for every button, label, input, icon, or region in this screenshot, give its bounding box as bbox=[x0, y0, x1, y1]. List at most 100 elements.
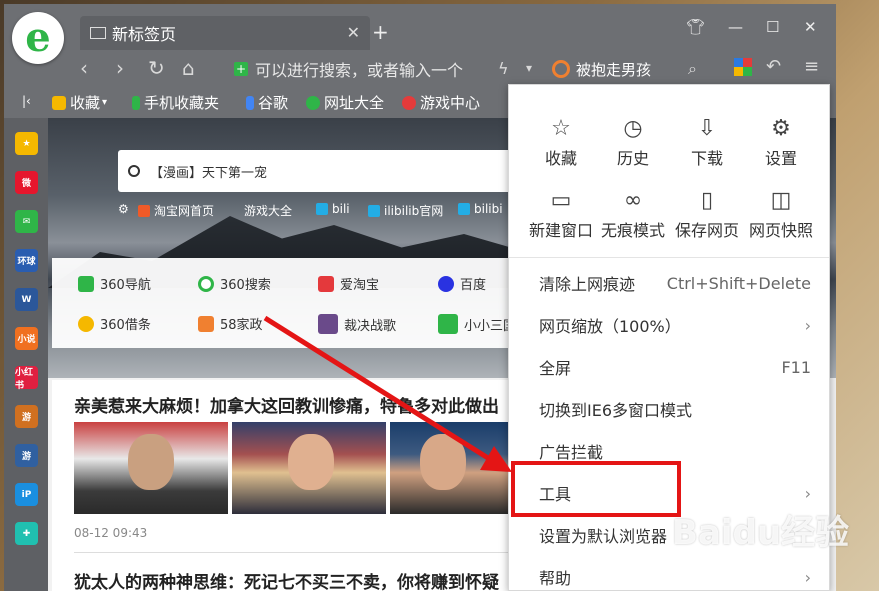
site-link[interactable]: 360借条 bbox=[78, 314, 151, 333]
menu-new-window[interactable]: ▭ 新建窗口 bbox=[521, 187, 601, 241]
apps-icon[interactable] bbox=[734, 58, 752, 76]
bilibili-icon bbox=[458, 203, 470, 215]
page-search-input[interactable]: 【漫画】天下第一宠 bbox=[118, 150, 518, 192]
quick-link[interactable]: bili bbox=[316, 202, 350, 216]
menu-divider bbox=[509, 257, 829, 258]
bilibili-icon bbox=[368, 204, 380, 217]
bookmark-hao360[interactable]: 网址大全 bbox=[306, 92, 384, 113]
search-icon bbox=[128, 165, 140, 177]
site-icon bbox=[318, 275, 334, 292]
site-link[interactable]: 58家政 bbox=[198, 314, 263, 333]
clock-icon: ◷ bbox=[623, 116, 643, 141]
watermark-text: Baidu经验 bbox=[672, 513, 850, 553]
quick-link[interactable]: 淘宝网首页 bbox=[138, 202, 214, 219]
lightning-icon[interactable]: ϟ bbox=[498, 59, 509, 78]
menu-favorites[interactable]: ☆ 收藏 bbox=[521, 115, 601, 169]
address-bar[interactable]: + 可以进行搜索，或者输入一个 bbox=[234, 56, 498, 82]
menu-downloads[interactable]: ⇩ 下载 bbox=[667, 115, 747, 169]
plus-icon[interactable]: ✚ bbox=[15, 522, 38, 545]
site-icon bbox=[198, 315, 214, 332]
quick-link[interactable]: 游戏大全 bbox=[244, 202, 292, 219]
browser-logo: e bbox=[12, 12, 64, 64]
phone-icon bbox=[132, 95, 140, 110]
watermark-url: jingyan.baidu.com bbox=[682, 550, 793, 564]
site-link[interactable]: 爱淘宝 bbox=[318, 274, 379, 293]
skin-icon[interactable]: 👕︎ bbox=[686, 18, 705, 36]
site-link[interactable]: 百度 bbox=[438, 274, 486, 293]
chevron-down-icon[interactable]: ▾ bbox=[526, 61, 532, 75]
refresh-icon[interactable]: ↻ bbox=[148, 56, 165, 80]
window-icon: ▭ bbox=[550, 188, 572, 213]
news-photo[interactable] bbox=[390, 422, 520, 514]
favorites-icon[interactable]: ★ bbox=[15, 132, 38, 155]
settings-icon[interactable]: ⚙ bbox=[118, 202, 129, 216]
menu-ie6-mode[interactable]: 切换到IE6多窗口模式 bbox=[509, 388, 829, 430]
game-center-icon bbox=[402, 95, 416, 110]
news-headline[interactable]: 犹太人的两种神思维：死记七不买三不卖，你将赚到怀疑 bbox=[74, 568, 499, 591]
site-grid: 360导航 360搜索 爱淘宝 百度 360借条 58家政 裁决战歌 小小三国 bbox=[52, 258, 532, 348]
huanqiu-icon[interactable]: 环球 bbox=[15, 249, 38, 272]
collapse-icon[interactable]: |‹ bbox=[22, 94, 31, 108]
menu-settings[interactable]: ⚙ 设置 bbox=[741, 115, 821, 169]
menu-save-page[interactable]: ▯ 保存网页 bbox=[667, 187, 747, 241]
minimize-icon[interactable]: — bbox=[728, 18, 743, 36]
news-photo[interactable] bbox=[232, 422, 386, 514]
xiaohongshu-icon[interactable]: 小红书 bbox=[15, 366, 38, 391]
tools-highlight-box bbox=[511, 461, 681, 517]
word-icon[interactable]: W bbox=[15, 288, 38, 311]
forward-icon[interactable]: › bbox=[116, 56, 124, 80]
bookmark-favorites[interactable]: 收藏 ▾ bbox=[52, 92, 107, 113]
star-icon: ☆ bbox=[551, 116, 571, 141]
chevron-down-icon: ▾ bbox=[102, 97, 108, 108]
mail-icon[interactable]: ✉ bbox=[15, 210, 38, 233]
site-link[interactable]: 裁决战歌 bbox=[318, 314, 396, 334]
quick-link[interactable]: ilibilib官网 bbox=[368, 202, 443, 219]
weibo-icon[interactable]: 微 bbox=[15, 171, 38, 194]
ip-icon[interactable]: iP bbox=[15, 483, 38, 506]
page-icon bbox=[90, 27, 106, 39]
menu-history[interactable]: ◷ 历史 bbox=[593, 115, 673, 169]
address-placeholder: 可以进行搜索，或者输入一个 bbox=[255, 61, 464, 80]
site-icon bbox=[438, 275, 454, 292]
browser-window: 新标签页 ✕ + 👕︎ — ☐ ✕ ‹ › ↻ ⌂ + 可以进行搜索，或者输入一… bbox=[4, 4, 836, 591]
maximize-icon[interactable]: ☐ bbox=[766, 18, 779, 36]
back-icon[interactable]: ‹ bbox=[80, 56, 88, 80]
new-tab-icon[interactable]: + bbox=[372, 20, 389, 44]
site-icon bbox=[438, 314, 458, 334]
person-image bbox=[288, 434, 334, 490]
close-window-icon[interactable]: ✕ bbox=[804, 18, 817, 36]
tab-title: 新标签页 bbox=[112, 25, 177, 44]
taobao-icon bbox=[138, 204, 150, 217]
shortcut-label: F11 bbox=[781, 357, 811, 377]
save-icon: ▯ bbox=[700, 188, 714, 213]
star-icon bbox=[52, 95, 66, 110]
site-icon bbox=[198, 275, 214, 292]
novel-icon[interactable]: 小说 bbox=[15, 327, 38, 350]
menu-icon[interactable]: ≡ bbox=[804, 56, 819, 77]
close-tab-icon[interactable]: ✕ bbox=[347, 23, 360, 42]
game2-icon[interactable]: 游 bbox=[15, 444, 38, 467]
news-headline[interactable]: 亲美惹来大麻烦！加拿大这回教训惨痛，特鲁多对此做出 bbox=[74, 392, 499, 417]
google-icon bbox=[246, 95, 254, 110]
undo-icon[interactable]: ↶ bbox=[766, 56, 781, 77]
game1-icon[interactable]: 游 bbox=[15, 405, 38, 428]
chevron-right-icon: › bbox=[804, 315, 811, 335]
gear-icon: ⚙ bbox=[771, 116, 791, 141]
menu-zoom[interactable]: 网页缩放（100%） › bbox=[509, 304, 829, 346]
bookmark-games[interactable]: 游戏中心 bbox=[402, 92, 480, 113]
menu-fullscreen[interactable]: 全屏 F11 bbox=[509, 346, 829, 388]
site-link[interactable]: 360搜索 bbox=[198, 274, 271, 293]
tab-new-tab[interactable]: 新标签页 ✕ bbox=[80, 16, 370, 50]
site-link[interactable]: 小小三国 bbox=[438, 314, 516, 334]
search-icon[interactable]: ⌕ bbox=[688, 59, 697, 79]
quick-link[interactable]: bilibi bbox=[458, 202, 503, 216]
menu-snapshot[interactable]: ◫ 网页快照 bbox=[741, 187, 821, 241]
news-photo[interactable] bbox=[74, 422, 228, 514]
bookmark-mobile[interactable]: 手机收藏夹 bbox=[132, 92, 219, 113]
menu-incognito[interactable]: ∞ 无痕模式 bbox=[593, 187, 673, 241]
chevron-right-icon: › bbox=[804, 483, 811, 503]
bookmark-google[interactable]: 谷歌 bbox=[246, 92, 288, 113]
menu-clear-history[interactable]: 清除上网痕迹 Ctrl+Shift+Delete bbox=[509, 262, 829, 304]
home-icon[interactable]: ⌂ bbox=[182, 56, 195, 80]
site-link[interactable]: 360导航 bbox=[78, 274, 151, 293]
